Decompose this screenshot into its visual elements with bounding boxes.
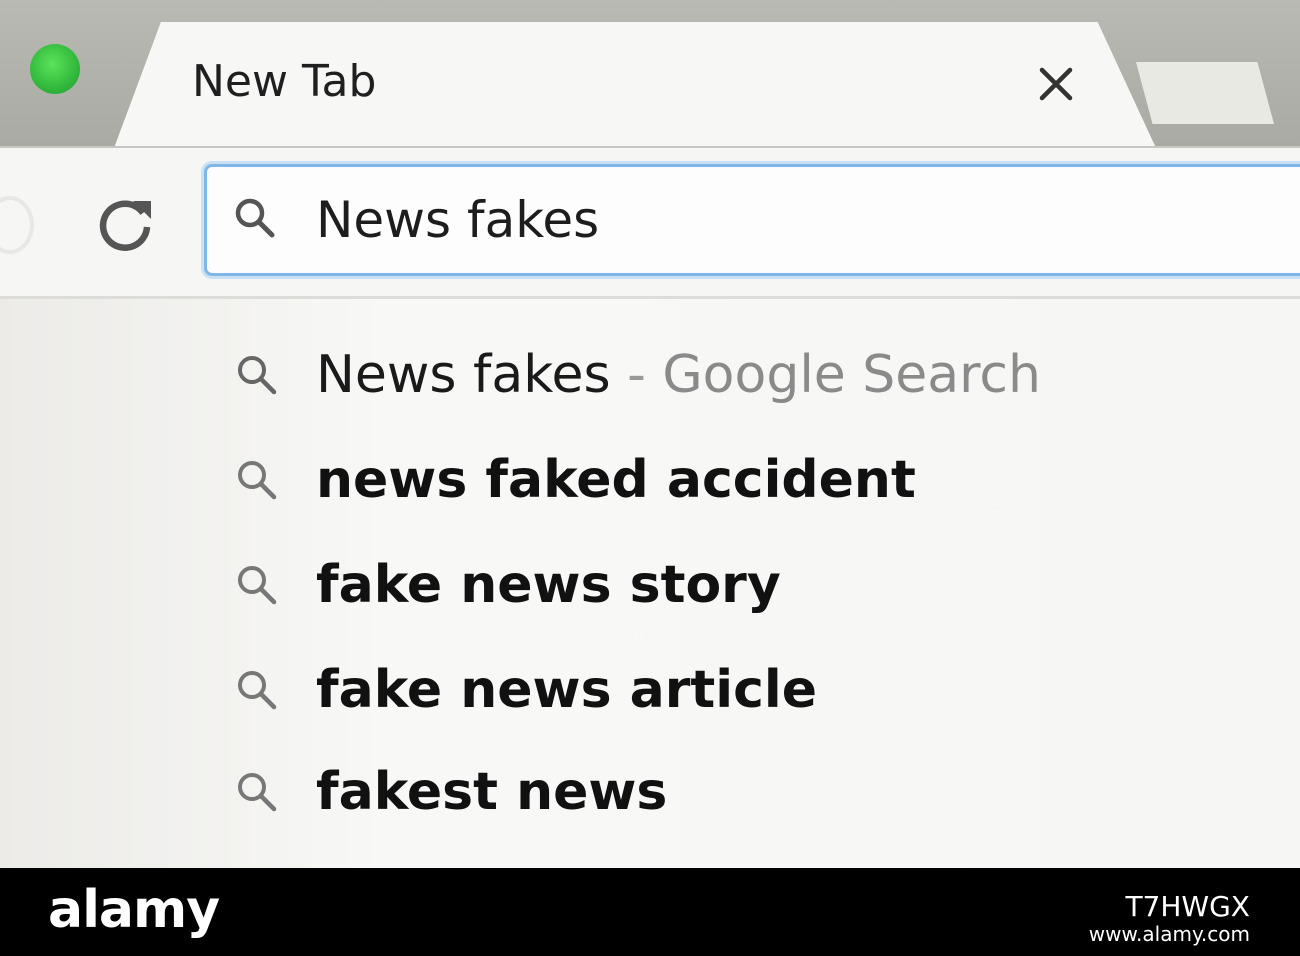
watermark-image-id: T7HWGX [1125,890,1250,923]
watermark-url: www.alamy.com [1088,922,1250,946]
suggestion-query: News fakes [316,345,611,405]
suggestion-separator: - [610,345,663,405]
suggestion-text: fakest news [316,762,668,822]
suggestion-item[interactable]: fakest news [234,744,1274,840]
browser-window: New Tab News fakes - Google Search [0,0,1300,868]
window-zoom-button[interactable] [30,44,80,94]
suggestion-text: News fakes - Google Search [316,345,1041,405]
tab-strip: New Tab [0,0,1300,148]
search-icon [238,461,277,500]
close-icon [1039,67,1073,101]
suggestion-item[interactable]: fake news article [234,642,1274,738]
omnibox-input[interactable] [316,186,1256,254]
suggestion-item[interactable]: news faked accident [234,432,1274,528]
search-icon [238,773,277,812]
new-tab-button[interactable] [1136,62,1274,124]
tab-title: New Tab [192,56,377,107]
watermark-logo: alamy [48,880,220,940]
suggestion-description: Google Search [662,345,1041,405]
search-icon [238,356,277,395]
search-icon [238,566,277,605]
suggestion-text: news faked accident [316,450,916,510]
suggestion-text: fake news story [316,555,781,615]
tab-close-button[interactable] [1030,58,1082,110]
search-icon [235,198,275,238]
suggestion-text: fake news article [316,660,817,720]
reload-button[interactable] [92,190,158,256]
search-icon [238,671,277,710]
reload-icon [99,200,151,251]
suggestion-item[interactable]: fake news story [234,537,1274,633]
suggestion-item[interactable]: News fakes - Google Search [234,327,1274,423]
